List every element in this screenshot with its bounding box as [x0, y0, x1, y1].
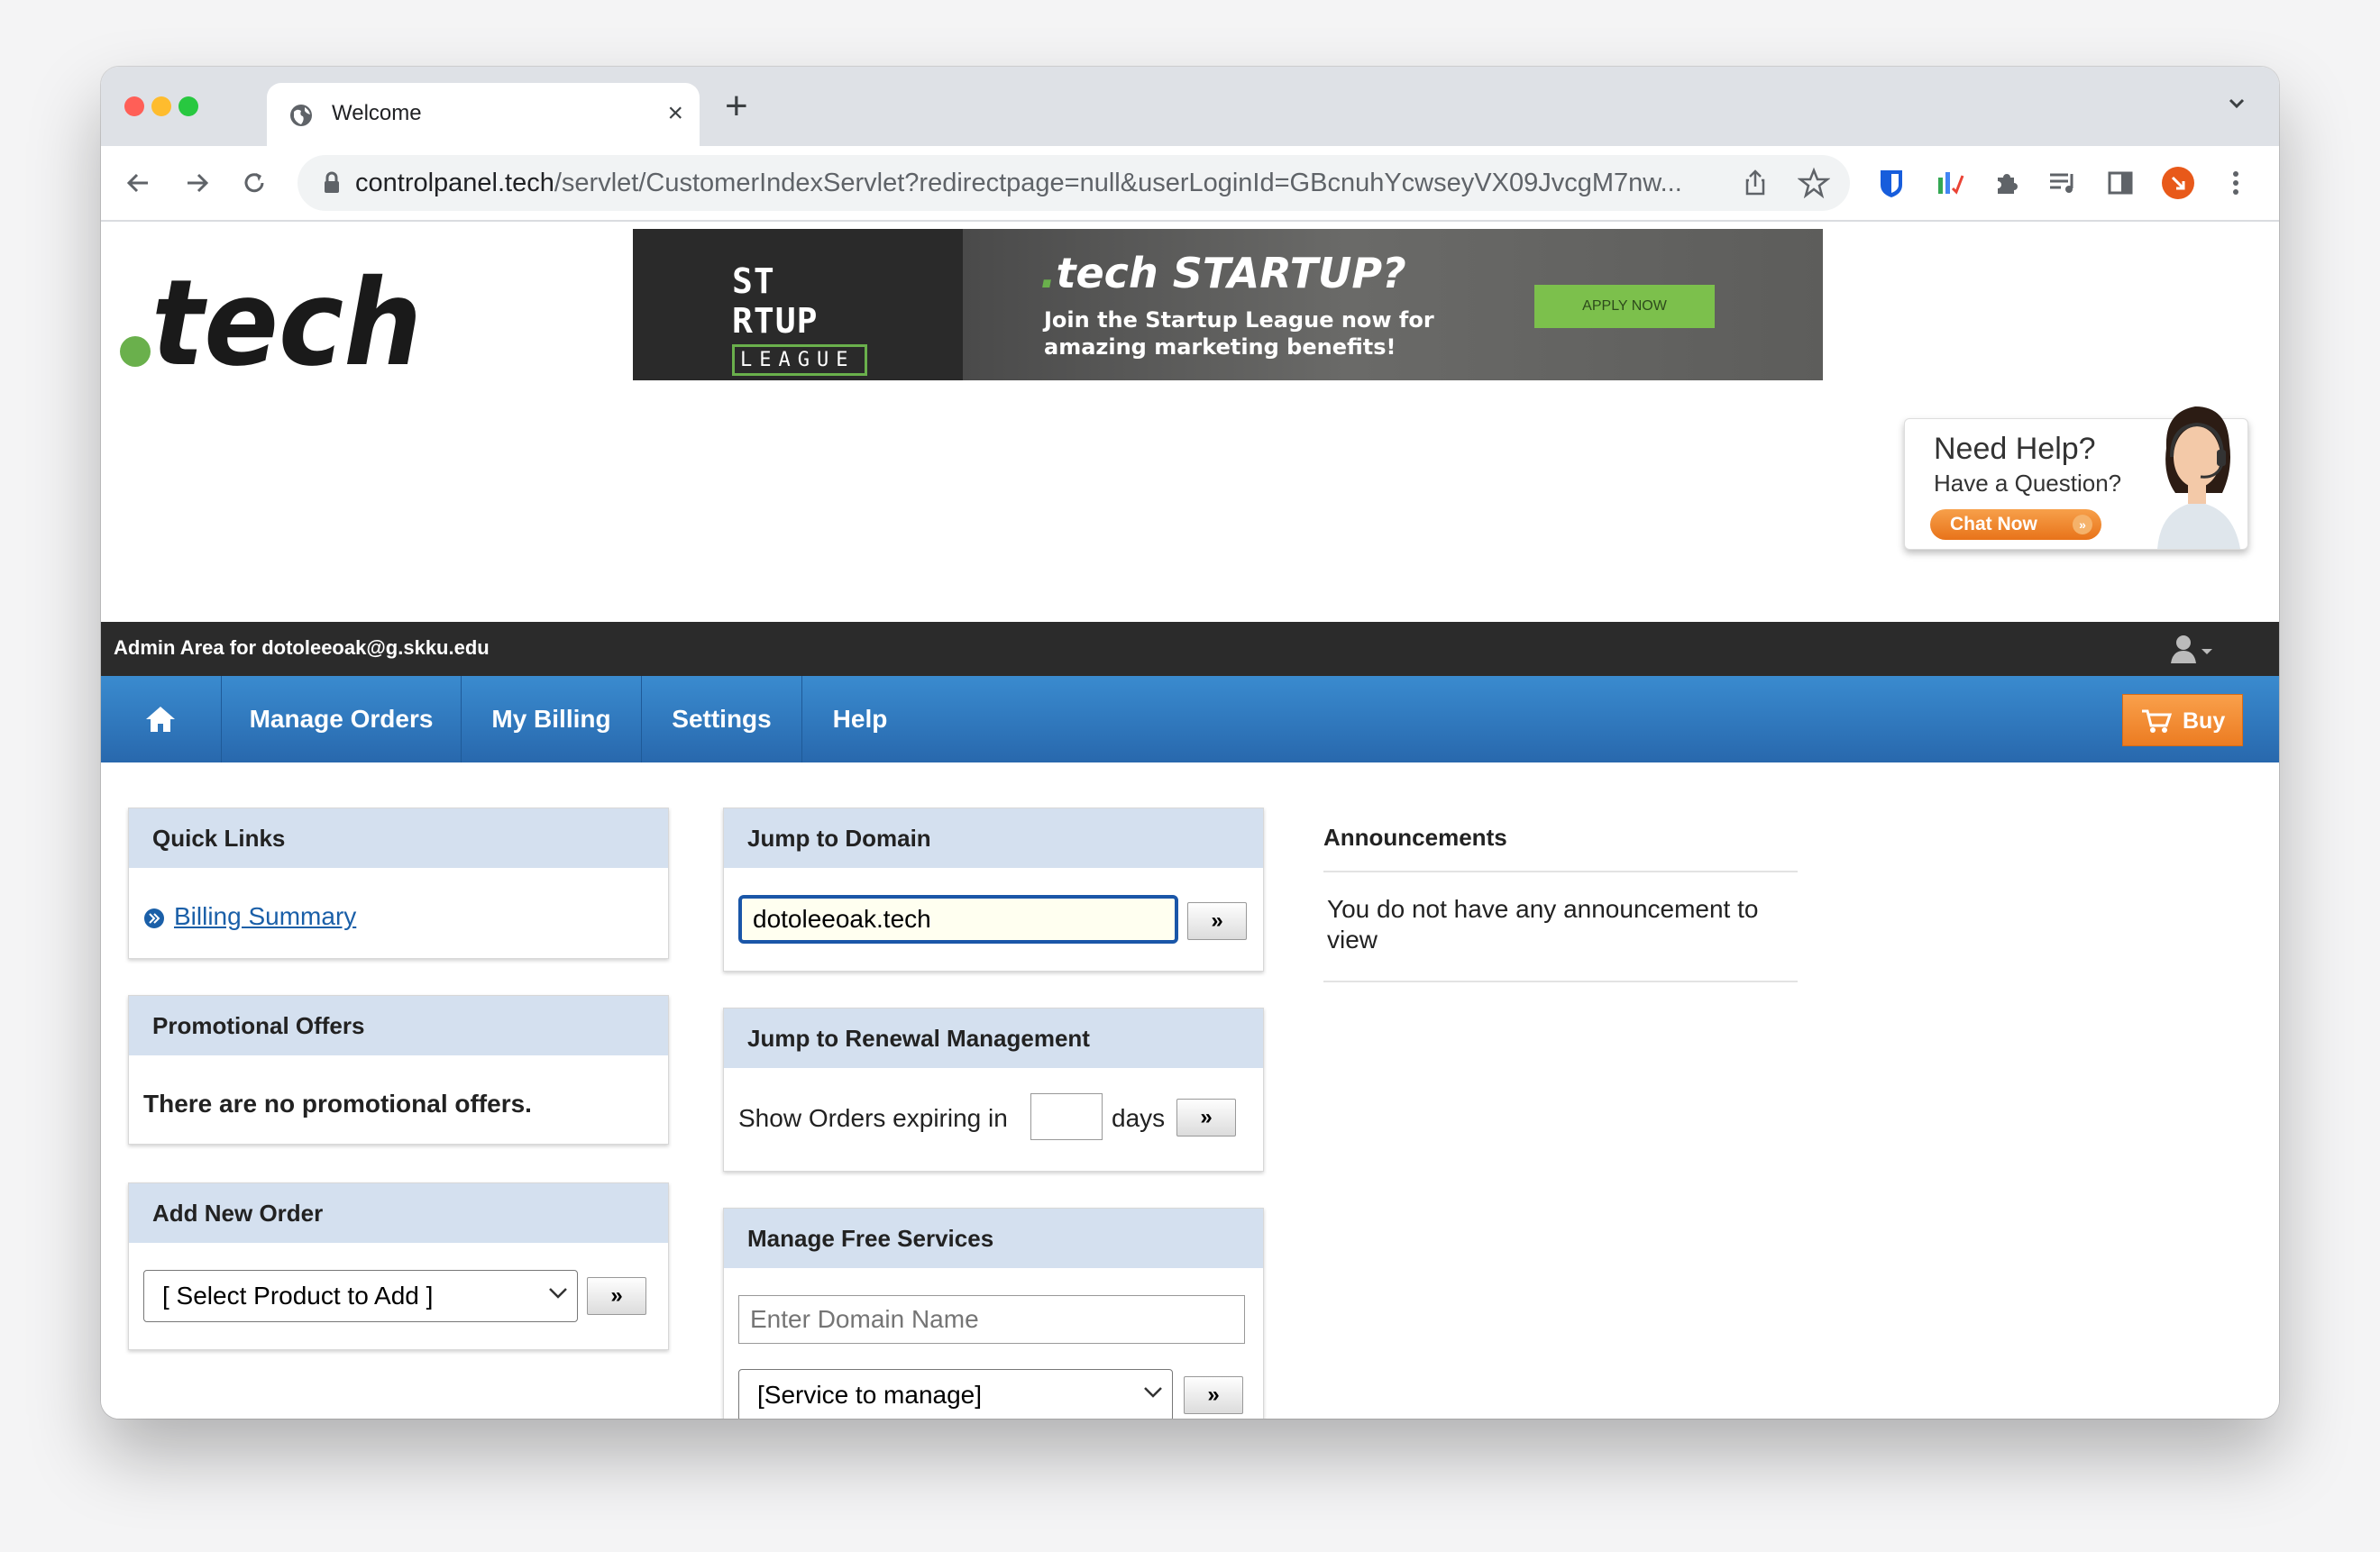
banner-headline: .tech STARTUP? — [1040, 249, 1406, 297]
days-input[interactable] — [1030, 1093, 1103, 1140]
chart-extension-icon[interactable] — [1931, 165, 1967, 201]
forward-arrow-icon[interactable] — [178, 165, 215, 201]
home-icon — [146, 707, 175, 732]
add-new-order-title: Add New Order — [129, 1183, 668, 1243]
help-title: Need Help? — [1934, 432, 2096, 466]
browser-toolbar: controlpanel.tech/servlet/CustomerIndexS… — [101, 146, 2279, 222]
profile-avatar-icon[interactable] — [2160, 165, 2196, 201]
manage-service-go-button[interactable]: » — [1184, 1376, 1243, 1414]
media-queue-icon[interactable] — [2045, 165, 2081, 201]
product-select[interactable]: [ Select Product to Add ] — [143, 1270, 578, 1322]
days-label: days — [1112, 1104, 1166, 1132]
startup-league-logo: ST RTUP LEAGUE — [732, 261, 867, 376]
quick-links-panel: Quick Links Billing Summary — [128, 808, 669, 959]
minimize-window-button[interactable] — [151, 96, 171, 116]
jump-to-renewal-panel: Jump to Renewal Management Show Orders e… — [723, 1008, 1264, 1172]
jump-to-domain-go-button[interactable]: » — [1187, 902, 1247, 940]
renewal-prefix-label: Show Orders expiring in — [738, 1104, 1008, 1132]
nav-home[interactable] — [101, 676, 222, 762]
promotional-offers-title: Promotional Offers — [129, 996, 668, 1055]
announcements-title: Announcements — [1323, 808, 1798, 872]
banner-subtext: Join the Startup League now for amazing … — [1044, 307, 1434, 360]
promotional-offers-message: There are no promotional offers. — [143, 1090, 532, 1118]
side-panel-icon[interactable] — [2102, 165, 2138, 201]
chat-now-button[interactable]: Chat Now » — [1930, 509, 2101, 540]
chevron-down-icon[interactable] — [2223, 90, 2250, 117]
nav-my-billing[interactable]: My Billing — [462, 676, 642, 762]
jump-to-domain-title: Jump to Domain — [724, 808, 1263, 868]
url-text: controlpanel.tech/servlet/CustomerIndexS… — [355, 169, 1682, 197]
extensions-puzzle-icon[interactable] — [1989, 165, 2025, 201]
nav-help[interactable]: Help — [802, 676, 918, 762]
maximize-window-button[interactable] — [178, 96, 198, 116]
bookmark-star-icon[interactable] — [1798, 167, 1830, 199]
svg-text:tech: tech — [151, 258, 422, 375]
lock-icon — [325, 171, 339, 193]
jump-to-renewal-title: Jump to Renewal Management — [724, 1009, 1263, 1068]
buy-button[interactable]: Buy — [2122, 694, 2243, 746]
admin-bar: Admin Area for dotoleeoak@g.skku.edu — [101, 622, 2279, 676]
apply-now-button[interactable]: APPLY NOW — [1534, 285, 1715, 328]
page-content: tech ST RTUP LEAGUE .tech STARTUP? Join … — [101, 222, 2279, 1419]
chevron-right-icon: » — [2073, 515, 2092, 534]
jump-to-domain-panel: Jump to Domain » — [723, 808, 1264, 972]
close-window-button[interactable] — [124, 96, 144, 116]
service-select[interactable]: [Service to manage] — [738, 1369, 1173, 1419]
share-icon[interactable] — [1740, 168, 1771, 198]
back-arrow-icon[interactable] — [121, 165, 157, 201]
nav-manage-orders[interactable]: Manage Orders — [222, 676, 462, 762]
chevron-circle-icon — [144, 908, 164, 928]
add-order-go-button[interactable]: » — [587, 1277, 646, 1315]
manage-free-services-title: Manage Free Services — [724, 1209, 1263, 1268]
chevron-down-icon — [549, 1288, 567, 1299]
bitwarden-extension-icon[interactable] — [1873, 165, 1909, 201]
tab-welcome[interactable]: Welcome × — [267, 83, 700, 146]
shopping-cart-icon — [2142, 709, 2172, 733]
address-bar[interactable]: controlpanel.tech/servlet/CustomerIndexS… — [298, 155, 1850, 211]
tab-title: Welcome — [332, 101, 422, 125]
more-options-icon[interactable] — [2218, 165, 2254, 201]
chevron-down-icon — [1144, 1387, 1162, 1398]
globe-icon — [290, 105, 312, 126]
startup-league-banner[interactable]: ST RTUP LEAGUE .tech STARTUP? Join the S… — [633, 229, 1823, 380]
enter-domain-input[interactable] — [738, 1295, 1245, 1344]
browser-window: Welcome × + controlpanel.tech/servlet/Cu… — [101, 67, 2279, 1419]
manage-free-services-panel: Manage Free Services [Service to manage]… — [723, 1208, 1264, 1419]
announcements-message: You do not have any announcement to view — [1323, 872, 1798, 982]
promotional-offers-panel: Promotional Offers There are no promotio… — [128, 995, 669, 1145]
close-tab-icon[interactable]: × — [667, 98, 683, 129]
user-menu-icon[interactable] — [2167, 634, 2216, 665]
help-subtitle: Have a Question? — [1934, 470, 2122, 497]
admin-area-label: Admin Area for dotoleeoak@g.skku.edu — [114, 636, 490, 659]
domain-input[interactable] — [738, 895, 1178, 944]
reload-icon[interactable] — [236, 165, 272, 201]
nav-settings[interactable]: Settings — [642, 676, 802, 762]
main-nav: Manage Orders My Billing Settings Help B… — [101, 676, 2279, 762]
quick-links-title: Quick Links — [129, 808, 668, 868]
billing-summary-link[interactable]: Billing Summary — [174, 902, 356, 931]
dot-tech-logo[interactable]: tech — [119, 258, 426, 375]
support-agent-image — [2157, 406, 2240, 549]
renewal-go-button[interactable]: » — [1176, 1099, 1236, 1137]
new-tab-button[interactable]: + — [725, 87, 748, 126]
announcements-section: Announcements You do not have any announ… — [1323, 808, 1798, 1015]
help-widget[interactable]: Need Help? Have a Question? Chat Now » — [1904, 406, 2248, 550]
tab-strip: Welcome × + — [101, 67, 2279, 146]
add-new-order-panel: Add New Order [ Select Product to Add ] … — [128, 1182, 669, 1350]
